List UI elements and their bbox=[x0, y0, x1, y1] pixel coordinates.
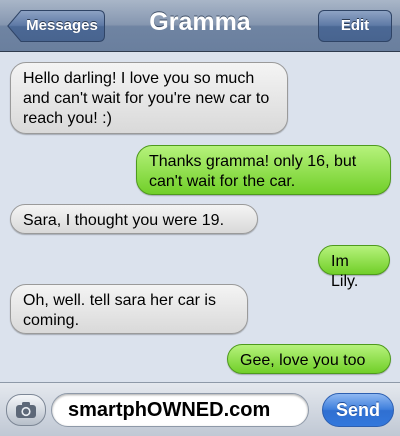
send-button[interactable]: Send bbox=[322, 393, 394, 427]
message-text: Oh, well. tell sara her car is coming. bbox=[23, 292, 216, 329]
message-bubble-sent: Gee, love you too bbox=[227, 344, 391, 374]
message-bubble-sent: Im Lily. bbox=[318, 245, 390, 290]
message-text: Im Lily. bbox=[331, 253, 359, 290]
message-bubble-sent: Thanks gramma! only 16, but can't wait f… bbox=[136, 145, 391, 195]
edit-button[interactable]: Edit bbox=[318, 10, 392, 42]
nav-bar: Messages Gramma Edit bbox=[0, 0, 400, 52]
message-bubble-received: Oh, well. tell sara her car is coming. bbox=[10, 284, 248, 334]
camera-icon bbox=[16, 402, 36, 418]
compose-bar: smartphOWNED.com Send bbox=[0, 382, 400, 436]
camera-button[interactable] bbox=[6, 394, 46, 426]
message-input[interactable]: smartphOWNED.com bbox=[51, 393, 309, 427]
message-bubble-received: Hello darling! I love you so much and ca… bbox=[10, 62, 288, 134]
message-text: Sara, I thought you were 19. bbox=[23, 212, 225, 229]
message-text: Gee, love you too bbox=[240, 352, 366, 369]
message-bubble-received: Sara, I thought you were 19. bbox=[10, 204, 258, 234]
message-thread[interactable]: Hello darling! I love you so much and ca… bbox=[0, 52, 400, 382]
message-text: Thanks gramma! only 16, but can't wait f… bbox=[149, 153, 357, 190]
message-text: Hello darling! I love you so much and ca… bbox=[23, 70, 270, 127]
